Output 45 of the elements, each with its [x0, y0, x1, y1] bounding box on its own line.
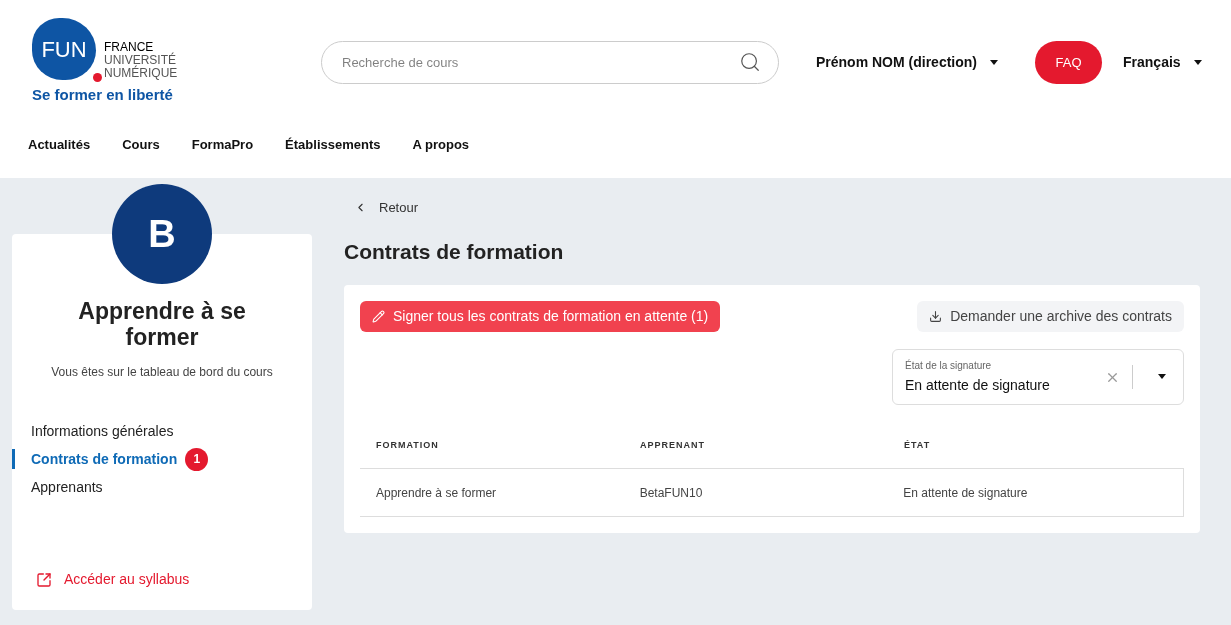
column-header: ÉTAT: [904, 438, 932, 452]
column-header: FORMATION: [376, 438, 440, 452]
search-field[interactable]: Recherche de cours: [321, 41, 779, 84]
logo-text: NUMÉRIQUE: [104, 67, 178, 81]
sidebar-item-label: Apprenants: [31, 477, 103, 497]
sidebar-item[interactable]: Apprenants: [12, 477, 312, 497]
sign-all-button[interactable]: Signer tous les contrats de formation en attente (1): [360, 301, 721, 332]
caret-icon: [1192, 59, 1203, 66]
nav-link[interactable]: Établissements: [285, 135, 381, 155]
count-badge: 1: [185, 447, 209, 471]
table-cell-text: BetaFUN10: [639, 484, 704, 502]
filter-value: En attente de signature: [905, 376, 1051, 395]
download-icon: [929, 310, 943, 323]
course-subtitle: Vous êtes sur le tableau de bord du cours: [51, 364, 273, 381]
language-menu[interactable]: Français: [1123, 52, 1203, 73]
nav-link[interactable]: Cours: [122, 135, 160, 155]
nav-link[interactable]: Actualités: [28, 135, 91, 155]
logo-mark: FUN: [32, 18, 96, 81]
column-header: APPRENANT: [640, 438, 706, 452]
sidebar-item-label: Informations générales: [31, 421, 174, 441]
pencil-icon: [372, 310, 385, 323]
logo-text: UNIVERSITÉ: [104, 54, 176, 68]
faq-button[interactable]: FAQ: [1035, 41, 1102, 84]
archive-button[interactable]: Demander une archive des contrats: [917, 301, 1184, 332]
logo-tagline: Se former en liberté: [32, 85, 174, 106]
nav-link[interactable]: FormaPro: [191, 135, 254, 155]
external-link-icon: [36, 571, 52, 588]
sidebar-item-label: Contrats de formation: [31, 449, 178, 469]
filter-label: État de la signature: [905, 358, 993, 373]
search-icon[interactable]: [739, 51, 761, 73]
avatar: B: [112, 184, 212, 284]
caret-icon: [1157, 374, 1167, 380]
sidebar-item[interactable]: Informations générales: [12, 421, 312, 441]
back-link[interactable]: Retour: [354, 198, 1200, 218]
table-cell-text: En attente de signature: [903, 484, 1029, 502]
caret-icon: [989, 59, 999, 66]
course-title: Apprendre à se former: [77, 298, 247, 350]
status-filter[interactable]: État de la signature En attente de signature: [892, 349, 1184, 405]
sidebar-item[interactable]: Contrats de formation 1: [12, 449, 312, 469]
syllabus-link[interactable]: Accéder au syllabus: [36, 569, 190, 590]
user-menu[interactable]: Prénom NOM (direction): [816, 52, 999, 73]
nav-link[interactable]: A propos: [412, 135, 470, 155]
page-title: Contrats de formation: [344, 238, 565, 265]
logo-text: FRANCE: [104, 41, 154, 55]
table-cell-text: Apprendre à se former: [376, 484, 498, 502]
